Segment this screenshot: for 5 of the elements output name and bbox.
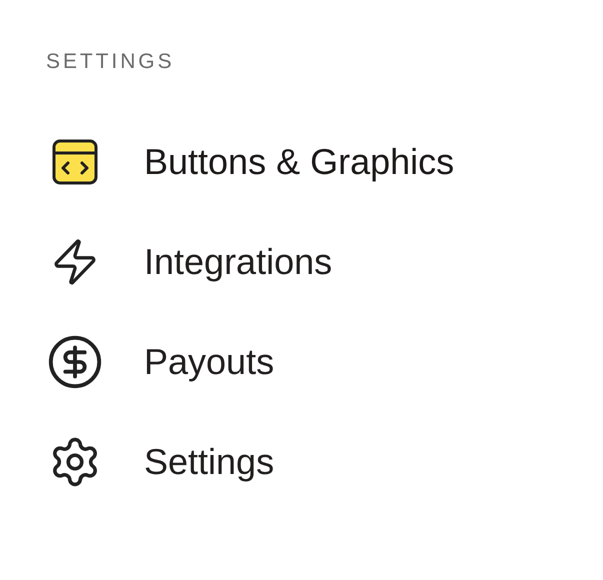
section-heading: SETTINGS xyxy=(46,49,175,75)
menu-item[interactable]: Integrations xyxy=(144,235,332,289)
menu-item[interactable]: Buttons & Graphics xyxy=(144,135,454,189)
menu-item[interactable]: Settings xyxy=(144,435,274,489)
menu-item[interactable]: Payouts xyxy=(144,335,274,389)
